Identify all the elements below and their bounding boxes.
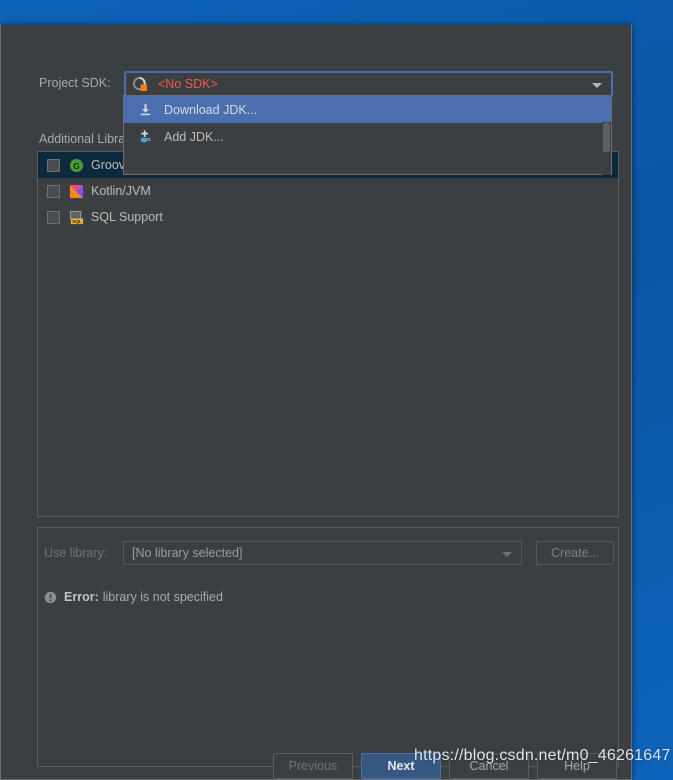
sdk-dropdown-popup: S × Download JDK... Add JDK... [123, 95, 612, 175]
svg-text:SQL: SQL [72, 219, 82, 224]
project-sdk-value: <No SDK> [158, 77, 218, 91]
svg-text:G: G [73, 160, 80, 170]
use-library-combobox[interactable]: [No library selected] [123, 541, 522, 565]
error-message: Error: library is not specified [44, 590, 223, 604]
groovy-icon: G [68, 157, 85, 173]
menu-item-label: Add JDK... [164, 129, 224, 144]
error-text: library is not specified [102, 590, 223, 604]
error-icon [44, 591, 57, 604]
add-jdk-icon [134, 129, 156, 145]
sql-icon: SQL [68, 209, 85, 225]
use-library-panel: Use library: [No library selected] Creat… [37, 527, 619, 767]
list-item-label: Kotlin/JVM [91, 184, 151, 198]
checkbox-sql-support[interactable] [47, 210, 60, 224]
menu-item-download-jdk[interactable]: Download JDK... [124, 96, 611, 123]
error-label: Error: [64, 590, 99, 604]
list-item-label: SQL Support [91, 210, 163, 224]
project-sdk-label: Project SDK: [39, 76, 111, 90]
cancel-button[interactable]: Cancel [449, 753, 529, 779]
project-sdk-row: Project SDK: <No SDK> [39, 71, 619, 97]
additional-libraries-panel: G Groovy Kotlin/JVM SQL SQL Support [37, 151, 619, 517]
use-library-label: Use library: [44, 546, 108, 560]
checkbox-groovy[interactable] [47, 158, 60, 172]
menu-item-label: Download JDK... [164, 102, 258, 117]
checkbox-kotlin[interactable] [47, 184, 60, 198]
create-library-button[interactable]: Create... [536, 541, 614, 565]
list-item-sql-support[interactable]: SQL SQL Support [38, 204, 618, 230]
menu-item-add-jdk[interactable]: Add JDK... [124, 123, 611, 150]
popup-scrollbar-thumb[interactable] [603, 123, 610, 152]
help-button[interactable]: Help [537, 753, 617, 779]
chevron-down-icon[interactable] [592, 83, 602, 88]
kotlin-icon [68, 183, 85, 199]
list-item-kotlin[interactable]: Kotlin/JVM [38, 178, 618, 204]
project-sdk-combobox[interactable]: <No SDK> [124, 71, 613, 97]
chevron-down-icon[interactable] [502, 552, 512, 557]
jdk-icon [133, 77, 148, 92]
use-library-value: [No library selected] [132, 546, 243, 560]
previous-button[interactable]: Previous [273, 753, 353, 779]
next-button[interactable]: Next [361, 753, 441, 779]
download-icon [134, 102, 156, 118]
dialog-footer: Previous Next Cancel Help [1, 741, 631, 779]
